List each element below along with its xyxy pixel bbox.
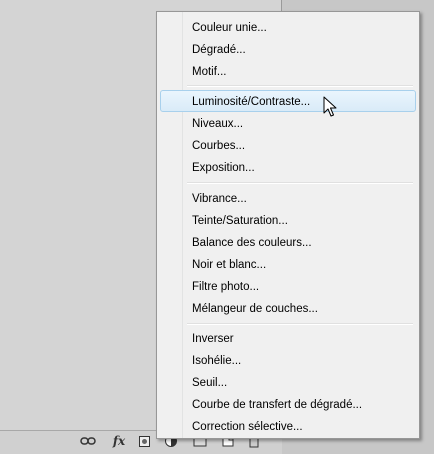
menu-item-teinte-saturation[interactable]: Teinte/Saturation... [160, 209, 416, 231]
menu-item-motif[interactable]: Motif... [160, 60, 416, 82]
menu-item-exposition[interactable]: Exposition... [160, 156, 416, 178]
fx-icon[interactable]: fx [108, 432, 130, 450]
menu-item-luminosite-contraste[interactable]: Luminosité/Contraste... [160, 90, 416, 112]
menu-item-melangeur-de-couches[interactable]: Mélangeur de couches... [160, 297, 416, 319]
menu-separator [187, 323, 413, 325]
menu-item-courbe-de-transfert-de-degrade[interactable]: Courbe de transfert de dégradé... [160, 393, 416, 415]
menu-item-inverser[interactable]: Inverser [160, 327, 416, 349]
menu-item-correction-selective[interactable]: Correction sélective... [160, 415, 416, 437]
menu-item-isohelie[interactable]: Isohélie... [160, 349, 416, 371]
menu-item-couleur-unie[interactable]: Couleur unie... [160, 16, 416, 38]
menu-item-vibrance[interactable]: Vibrance... [160, 187, 416, 209]
mask-icon[interactable] [136, 432, 152, 450]
menu-item-filtre-photo[interactable]: Filtre photo... [160, 275, 416, 297]
menu-item-degrade[interactable]: Dégradé... [160, 38, 416, 60]
menu-separator [187, 182, 413, 184]
menu-separator [187, 85, 413, 87]
menu-item-niveaux[interactable]: Niveaux... [160, 112, 416, 134]
adjustment-layer-menu: Couleur unie... Dégradé... Motif... Lumi… [156, 11, 420, 439]
menu-item-balance-des-couleurs[interactable]: Balance des couleurs... [160, 231, 416, 253]
menu-item-seuil[interactable]: Seuil... [160, 371, 416, 393]
menu-item-noir-et-blanc[interactable]: Noir et blanc... [160, 253, 416, 275]
menu-item-courbes[interactable]: Courbes... [160, 134, 416, 156]
link-icon[interactable] [79, 432, 97, 450]
